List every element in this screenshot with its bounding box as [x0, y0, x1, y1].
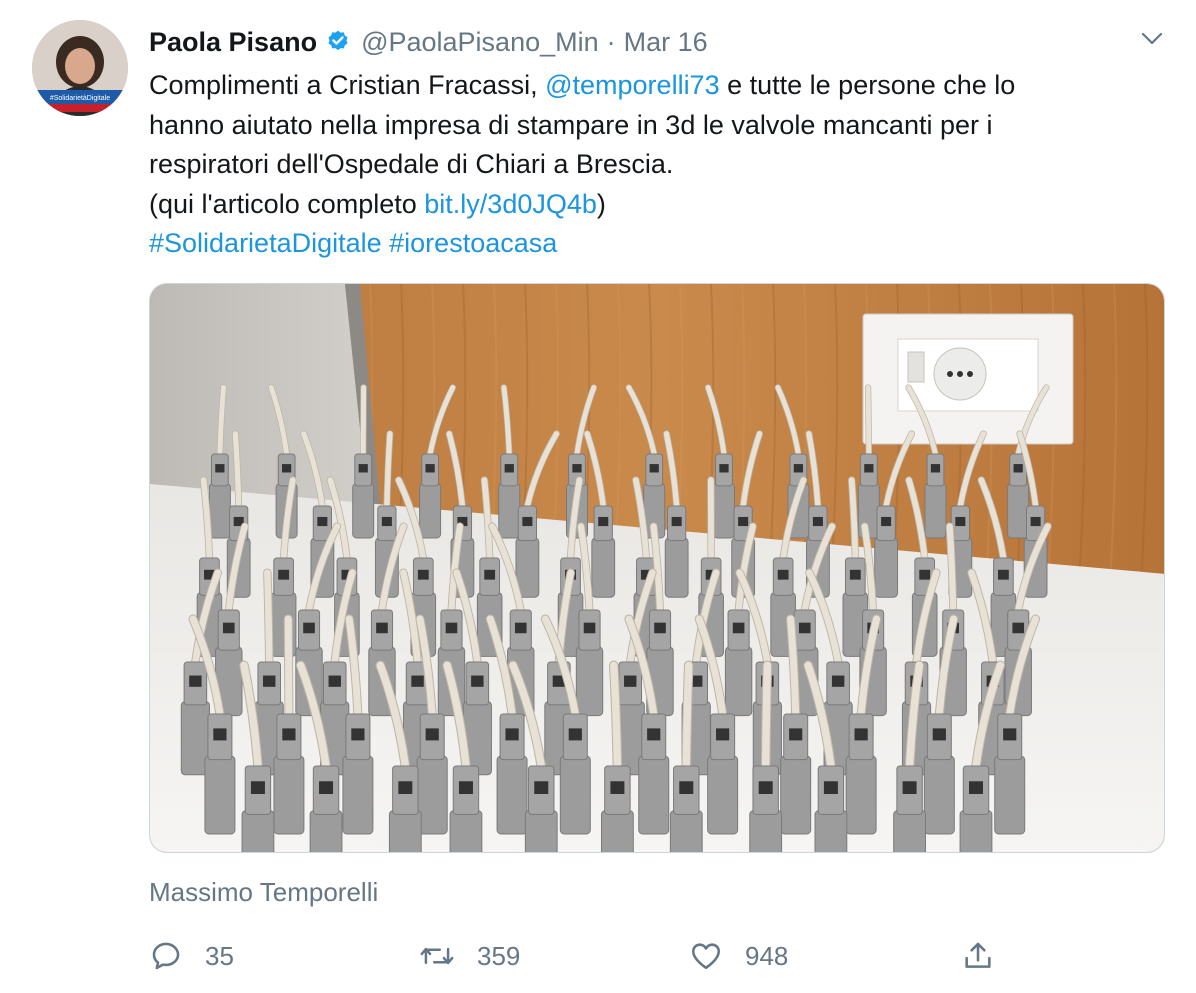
tweet-text-segment: e tutte le persone che lo	[719, 70, 1016, 100]
like-count: 948	[745, 940, 789, 971]
share-icon	[965, 942, 991, 968]
tweet-date[interactable]: Mar 16	[624, 27, 708, 58]
photo-3d-printed-valves-image	[150, 284, 1164, 852]
tweet-text-line-2: hanno aiutato nella impresa di stampare …	[149, 109, 993, 140]
reply-button[interactable]: 35	[149, 934, 234, 978]
author-handle[interactable]: @PaolaPisano_Min	[361, 27, 599, 58]
url-link[interactable]: bit.ly/3d0JQ4b	[424, 189, 597, 219]
tweet-text-line-3: respiratori dell'Ospedale di Chiari a Br…	[149, 149, 674, 179]
avatar-badge-text: #SolidarietàDigitale	[50, 95, 110, 102]
photo-credit[interactable]: Massimo Temporelli	[149, 877, 378, 908]
retweet-icon	[420, 947, 454, 965]
tweet-text: Complimenti a Cristian Fracassi, @tempor…	[149, 66, 1149, 264]
tweet-text-line-5: #SolidarietaDigitale #iorestoacasa	[149, 224, 1149, 264]
tweet-text-segment: Complimenti a Cristian Fracassi,	[149, 70, 546, 100]
tweet-actions: 35 359 948	[149, 934, 1179, 978]
mention-link[interactable]: @temporelli73	[545, 70, 720, 100]
tweet-card[interactable]: #SolidarietàDigitale Paola Pisano @Paola…	[0, 0, 1196, 993]
verified-badge-icon	[328, 30, 348, 51]
tweet-text-line-4: (qui l'articolo completo bit.ly/3d0JQ4b)	[149, 185, 1149, 225]
reply-count: 35	[205, 940, 234, 971]
tweet-text-segment: )	[596, 188, 606, 219]
hashtag-link[interactable]: #iorestoacasa	[389, 228, 557, 258]
like-button[interactable]: 948	[689, 934, 788, 978]
avatar-image: #SolidarietàDigitale	[32, 20, 128, 116]
author-avatar[interactable]: #SolidarietàDigitale	[32, 20, 128, 116]
hashtag-link[interactable]: #SolidarietaDigitale	[149, 228, 382, 258]
author-display-name[interactable]: Paola Pisano	[149, 27, 317, 58]
tweet-text-segment: (qui l'articolo completo	[149, 188, 425, 219]
header-separator: ·	[606, 26, 616, 57]
tweet-header: Paola Pisano @PaolaPisano_Min · Mar 16	[149, 22, 708, 62]
heart-icon	[691, 943, 721, 970]
reply-icon	[152, 942, 180, 970]
chevron-down-icon[interactable]	[1138, 24, 1166, 52]
share-button[interactable]	[961, 934, 995, 978]
tweet-text-line-1: Complimenti a Cristian Fracassi, @tempor…	[149, 66, 1149, 106]
tweet-photo[interactable]	[149, 283, 1165, 853]
retweet-count: 359	[477, 940, 521, 971]
retweet-button[interactable]: 359	[419, 934, 520, 978]
